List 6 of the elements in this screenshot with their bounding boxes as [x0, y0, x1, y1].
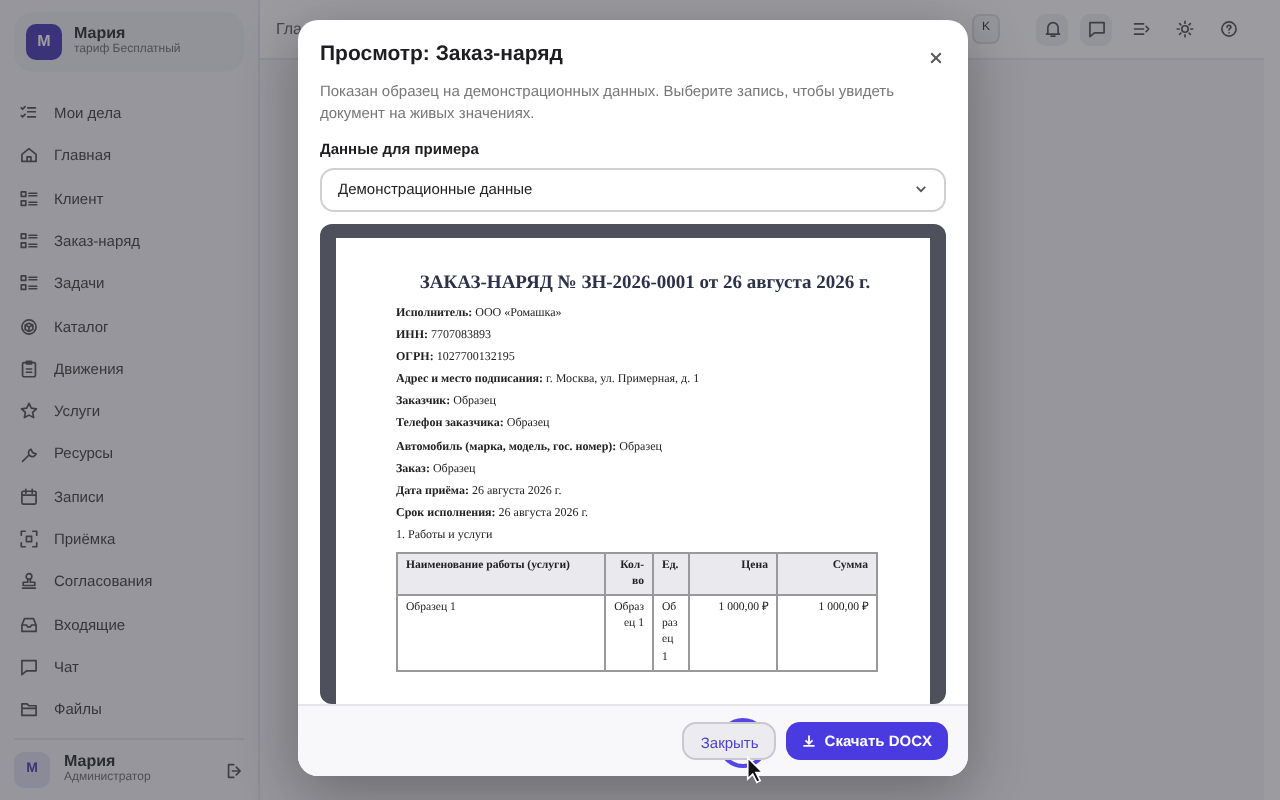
- page-title: Гла: [276, 17, 302, 41]
- dialog-title: Просмотр: Заказ-наряд: [320, 40, 563, 70]
- avatar: М: [26, 24, 62, 60]
- user-name: Мария: [74, 26, 128, 43]
- user-name: Мария: [64, 754, 118, 771]
- document-heading: ЗАКАЗ-НАРЯД № ЗН-2026-0001 от 26 августа 2026 г.: [417, 271, 873, 298]
